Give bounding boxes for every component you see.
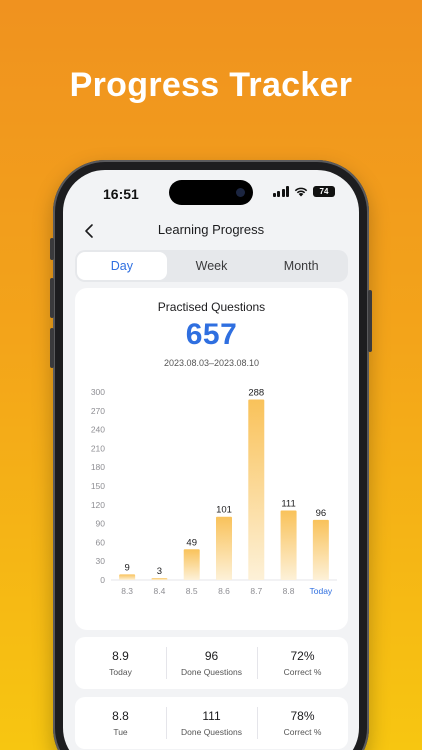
stat-done-value: 111 (202, 709, 221, 723)
signal-icon (272, 186, 289, 197)
tab-day[interactable]: Day (77, 252, 167, 280)
card-title: Practised Questions (157, 300, 266, 314)
stat-done: 111 Done Questions (166, 697, 257, 749)
camera-dot (236, 188, 245, 197)
y-tick-label: 300 (91, 387, 105, 397)
headline: Progress Tracker (69, 66, 353, 104)
x-tick-label: 8.6 (218, 586, 230, 596)
bar (216, 516, 232, 580)
stat-done-value: 96 (204, 649, 219, 663)
status-bar: 16:51 74 (63, 170, 359, 216)
y-tick-label: 90 (96, 519, 106, 529)
wifi-icon (294, 187, 308, 197)
bar (151, 578, 168, 580)
y-tick-label: 60 (96, 537, 106, 547)
bar (183, 549, 200, 580)
period-tabs: Day Week Month (75, 250, 348, 282)
status-icons: 74 (272, 186, 335, 197)
practised-questions-card: Practised Questions 657 2023.08.03–2023.… (75, 288, 348, 630)
volume-up-button (50, 278, 54, 318)
x-tick-label: 8.8 (283, 586, 295, 596)
bar-value-label: 3 (157, 566, 162, 577)
stat-correct-value: 72% (290, 649, 315, 663)
stat-correct-label: Correct % (283, 667, 322, 677)
stat-correct: 78% Correct % (257, 697, 348, 749)
page-title: Learning Progress (157, 222, 265, 237)
mute-switch (50, 238, 54, 260)
dynamic-island (169, 180, 253, 205)
bar-chart: 0 30 60 90 120 150 180 210 240 270 300 9 8.3 3 8.4 49 8.… (91, 387, 337, 596)
stat-done-label: Done Questions (181, 667, 242, 677)
stat-date: 8.9 Today (75, 637, 166, 689)
y-tick-label: 210 (91, 443, 105, 453)
x-tick-label: Today (310, 586, 333, 596)
power-button (368, 290, 372, 352)
stat-date-label: Today (109, 667, 132, 677)
bar (312, 519, 329, 580)
tab-week[interactable]: Week (167, 252, 257, 280)
date-range: 2023.08.03–2023.08.10 (163, 358, 260, 368)
y-tick-label: 240 (91, 425, 105, 435)
bar-value-label: 288 (248, 388, 264, 399)
bar-value-label: 9 (124, 562, 129, 573)
stat-correct-label: Correct % (283, 727, 322, 737)
x-tick-label: 8.5 (186, 586, 198, 596)
app-screen: 16:51 74 Learning Progress Day Week Mont… (63, 170, 359, 750)
y-tick-label: 270 (91, 406, 105, 416)
total-practised: 657 (185, 318, 238, 351)
stat-date: 8.8 Tue (75, 697, 166, 749)
nav-bar: Learning Progress (63, 218, 359, 244)
battery-icon: 74 (313, 186, 335, 197)
bar (280, 510, 297, 580)
stat-row[interactable]: 8.8 Tue 111 Done Questions 78% Correct % (75, 697, 348, 749)
volume-down-button (50, 328, 54, 368)
stat-date-value: 8.9 (112, 649, 129, 663)
stat-done-label: Done Questions (181, 727, 242, 737)
bar (119, 574, 136, 580)
bar-value-label: 49 (186, 537, 197, 548)
y-tick-label: 0 (100, 575, 105, 585)
y-tick-label: 180 (91, 462, 105, 472)
stat-date-value: 8.8 (112, 709, 129, 723)
bar-value-label: 96 (316, 508, 327, 519)
bar (248, 399, 265, 580)
bar-value-label: 111 (281, 498, 295, 509)
tab-month[interactable]: Month (256, 252, 346, 280)
stat-done: 96 Done Questions (166, 637, 257, 689)
stat-date-label: Tue (113, 727, 128, 737)
stat-correct: 72% Correct % (257, 637, 348, 689)
y-tick-label: 150 (91, 481, 105, 491)
stat-correct-value: 78% (290, 709, 315, 723)
y-tick-label: 120 (91, 500, 105, 510)
x-tick-label: 8.7 (250, 586, 262, 596)
bar-value-label: 101 (216, 505, 232, 516)
x-tick-label: 8.4 (154, 586, 166, 596)
status-time: 16:51 (103, 186, 139, 202)
y-tick-label: 30 (96, 556, 106, 566)
stat-row[interactable]: 8.9 Today 96 Done Questions 72% Correct … (75, 637, 348, 689)
x-tick-label: 8.3 (121, 586, 133, 596)
